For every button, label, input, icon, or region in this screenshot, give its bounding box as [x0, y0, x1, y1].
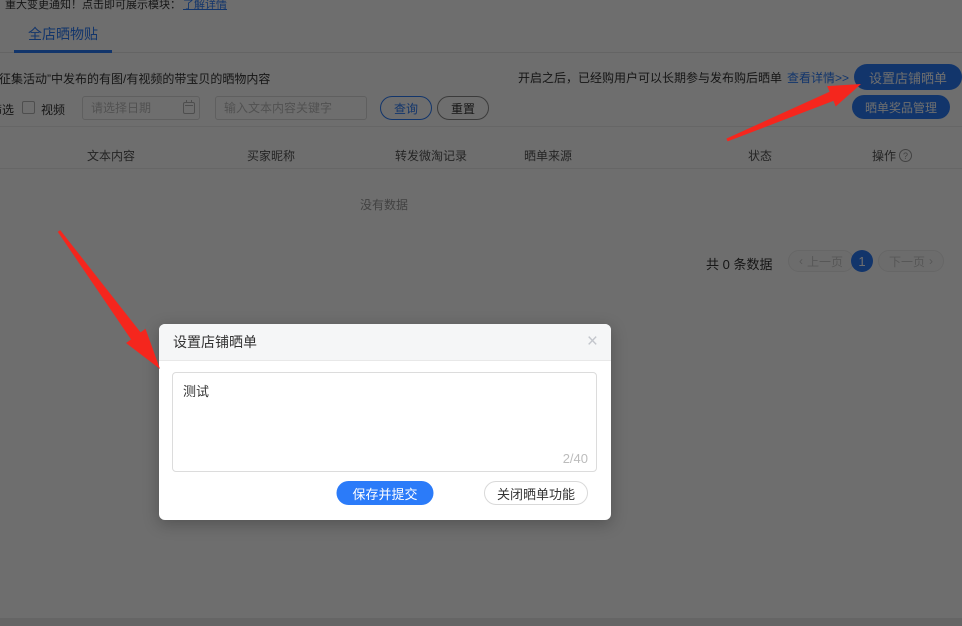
review-text-field-wrap: 测试 2/40: [172, 372, 597, 472]
dialog-header: 设置店铺晒单 ×: [159, 324, 611, 361]
modal-overlay[interactable]: [0, 0, 962, 626]
review-text-field[interactable]: 测试: [172, 372, 597, 472]
setup-store-review-dialog: 设置店铺晒单 × 测试 2/40 保存并提交 关闭晒单功能: [159, 324, 611, 520]
dialog-title: 设置店铺晒单: [173, 332, 257, 352]
screen: 重大变更通知！点击即可展示模块：了解详情 全店晒物贴 “征集活动”中发布的有图/…: [0, 0, 962, 626]
close-icon[interactable]: ×: [587, 331, 598, 353]
dialog-footer: 保存并提交 关闭晒单功能: [159, 481, 611, 505]
save-submit-button[interactable]: 保存并提交: [336, 481, 433, 505]
close-review-feature-button[interactable]: 关闭晒单功能: [484, 481, 588, 505]
char-counter: 2/40: [563, 451, 588, 466]
